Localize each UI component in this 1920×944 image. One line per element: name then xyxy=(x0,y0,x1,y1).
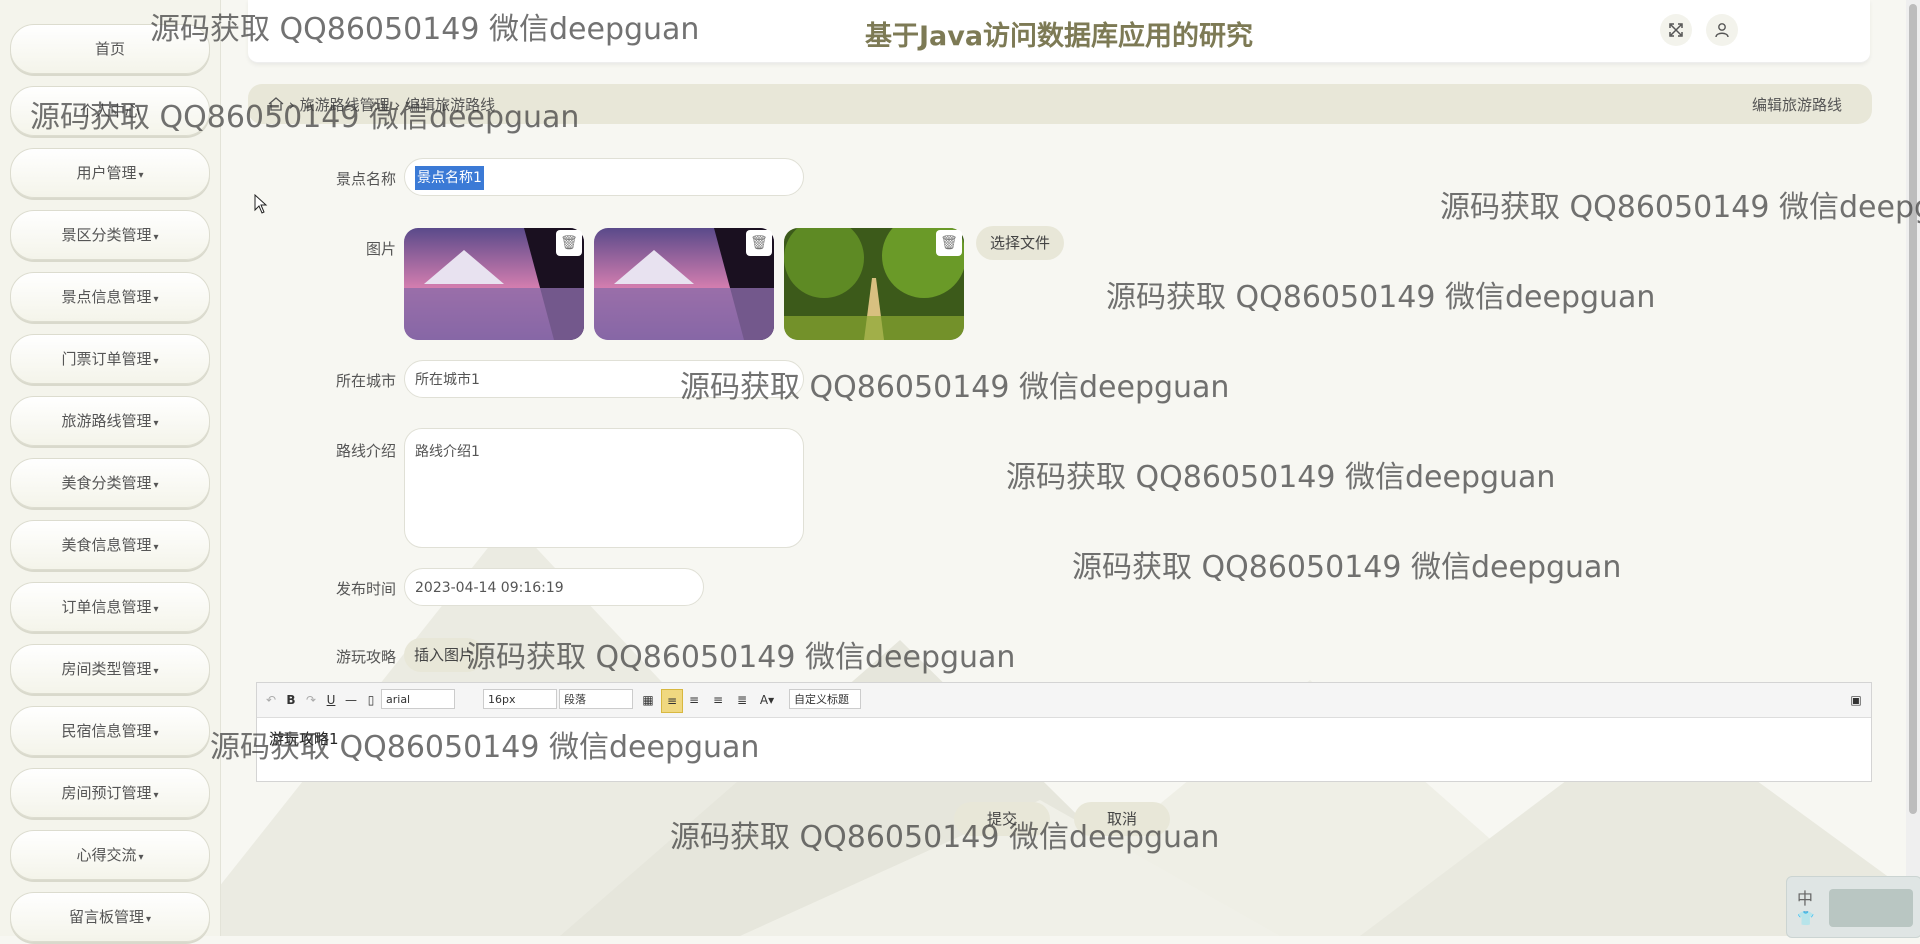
scenic-name-input[interactable]: 景点名称1 xyxy=(404,158,804,196)
align-left-icon[interactable]: ≡ xyxy=(661,689,683,713)
editor-toolbar: ↶ B ↷ U — ▯ arial 16px 段落 ▦ ≡ ≡ ≡ ≣ A▾ 自… xyxy=(257,683,1871,718)
caret-down-icon: ▾ xyxy=(153,728,159,739)
choose-file-button[interactable]: 选择文件 xyxy=(976,226,1064,260)
trash-icon: 🗑 xyxy=(750,235,768,251)
table-icon[interactable]: ▦ xyxy=(639,689,657,711)
caret-down-icon: ▾ xyxy=(138,170,144,181)
watermark: 源码获取 QQ86050149 微信deepguan xyxy=(670,820,1220,855)
font-size-select[interactable]: 16px xyxy=(483,689,557,709)
underline-icon[interactable]: U xyxy=(323,689,339,711)
delete-image-1-button[interactable]: 🗑 xyxy=(556,230,582,256)
intro-label: 路线介绍 xyxy=(335,442,396,460)
watermark: 源码获取 QQ86050149 微信deepguan xyxy=(1072,550,1622,585)
watermark: 源码获取 QQ86050149 微信deepguan xyxy=(1006,460,1556,495)
sidebar: 首页 个人中心 用户管理 ▾ 景区分类管理 ▾ 景点信息管理 ▾ 门票订单管理 ▾ 旅游… xyxy=(0,0,221,942)
intro-textarea[interactable]: 路线介绍1 xyxy=(404,428,804,548)
mouse-cursor-icon xyxy=(254,193,268,219)
caret-down-icon: ▾ xyxy=(153,604,159,615)
delete-image-2-button[interactable]: 🗑 xyxy=(746,230,772,256)
breadcrumb-page-title: 编辑旅游路线 xyxy=(1751,96,1842,114)
sidebar-item-homestay[interactable]: 民宿信息管理 ▾ xyxy=(10,706,210,756)
document-icon[interactable]: ▯ xyxy=(363,689,379,711)
delete-image-3-button[interactable]: 🗑 xyxy=(936,230,962,256)
trash-icon: 🗑 xyxy=(560,235,578,251)
images-label: 图片 xyxy=(365,240,396,258)
caret-down-icon: ▾ xyxy=(138,852,144,863)
align-center-icon[interactable]: ≡ xyxy=(709,689,727,711)
sidebar-item-routes[interactable]: 旅游路线管理 ▾ xyxy=(10,396,210,446)
sidebar-item-ticket-orders[interactable]: 门票订单管理 ▾ xyxy=(10,334,210,384)
sidebar-item-scenic-category[interactable]: 景区分类管理 ▾ xyxy=(10,210,210,260)
sidebar-item-food-category[interactable]: 美食分类管理 ▾ xyxy=(10,458,210,508)
sidebar-item-users[interactable]: 用户管理 ▾ xyxy=(10,148,210,198)
caret-down-icon: ▾ xyxy=(153,542,159,553)
caret-down-icon: ▾ xyxy=(153,480,159,491)
user-icon xyxy=(1715,23,1729,38)
font-family-select[interactable]: arial xyxy=(381,689,455,709)
watermark: 源码获取 QQ86050149 微信deepguan xyxy=(150,12,700,47)
caret-down-icon: ▾ xyxy=(153,294,159,305)
font-color-icon[interactable]: A▾ xyxy=(757,689,777,711)
sidebar-item-room-types[interactable]: 房间类型管理 ▾ xyxy=(10,644,210,694)
user-button[interactable] xyxy=(1706,14,1738,46)
sidebar-item-food-info[interactable]: 美食信息管理 ▾ xyxy=(10,520,210,570)
expand-icon xyxy=(1669,23,1683,37)
sidebar-item-scenic-info[interactable]: 景点信息管理 ▾ xyxy=(10,272,210,322)
watermark: 源码获取 QQ86050149 微信deepguan xyxy=(210,730,760,765)
publish-time-input[interactable]: 2023-04-14 09:16:19 xyxy=(404,568,704,606)
caret-down-icon: ▾ xyxy=(153,418,159,429)
scrollbar-thumb[interactable] xyxy=(1909,4,1917,814)
trash-icon: 🗑 xyxy=(940,235,958,251)
watermark: 源码获取 QQ86050149 微信deepguan xyxy=(1440,190,1920,225)
scenic-name-label: 景点名称 xyxy=(335,170,396,188)
caret-down-icon: ▾ xyxy=(153,232,159,243)
undo-icon[interactable]: ↶ xyxy=(263,689,279,711)
caret-down-icon: ▾ xyxy=(153,356,159,367)
fullscreen-editor-icon[interactable]: ▣ xyxy=(1847,689,1865,711)
align-right-icon[interactable]: ≡ xyxy=(685,689,703,711)
ime-skin-icon xyxy=(1829,889,1913,927)
sidebar-item-orders[interactable]: 订单信息管理 ▾ xyxy=(10,582,210,632)
publish-time-label: 发布时间 xyxy=(335,580,396,598)
shirt-icon: 👕 xyxy=(1797,911,1815,927)
paragraph-select[interactable]: 段落 xyxy=(559,689,633,709)
city-label: 所在城市 xyxy=(335,372,396,390)
caret-down-icon: ▾ xyxy=(145,914,152,925)
watermark: 源码获取 QQ86050149 微信deepguan xyxy=(30,100,580,135)
custom-title-select[interactable]: 自定义标题 xyxy=(789,689,861,709)
watermark: 源码获取 QQ86050149 微信deepguan xyxy=(1106,280,1656,315)
horizontal-rule-icon[interactable]: — xyxy=(343,689,359,711)
ime-widget[interactable]: 中 👕 xyxy=(1786,876,1920,938)
redo-icon[interactable]: ↷ xyxy=(303,689,319,711)
caret-down-icon: ▾ xyxy=(153,666,159,677)
scenic-name-value: 景点名称1 xyxy=(415,166,484,190)
watermark: 源码获取 QQ86050149 微信deepguan xyxy=(466,640,1016,675)
caret-down-icon: ▾ xyxy=(153,790,159,801)
fullscreen-button[interactable] xyxy=(1660,14,1692,46)
ime-chinese-label: 中 xyxy=(1797,889,1814,908)
watermark: 源码获取 QQ86050149 微信deepguan xyxy=(680,370,1230,405)
align-justify-icon[interactable]: ≣ xyxy=(733,689,751,711)
bold-icon[interactable]: B xyxy=(283,689,299,711)
vertical-scrollbar[interactable] xyxy=(1906,0,1920,936)
sidebar-item-experience[interactable]: 心得交流 ▾ xyxy=(10,830,210,880)
guide-label: 游玩攻略 xyxy=(335,648,396,666)
sidebar-item-room-booking[interactable]: 房间预订管理 ▾ xyxy=(10,768,210,818)
sidebar-item-message-board[interactable]: 留言板管理 ▾ xyxy=(10,892,210,942)
